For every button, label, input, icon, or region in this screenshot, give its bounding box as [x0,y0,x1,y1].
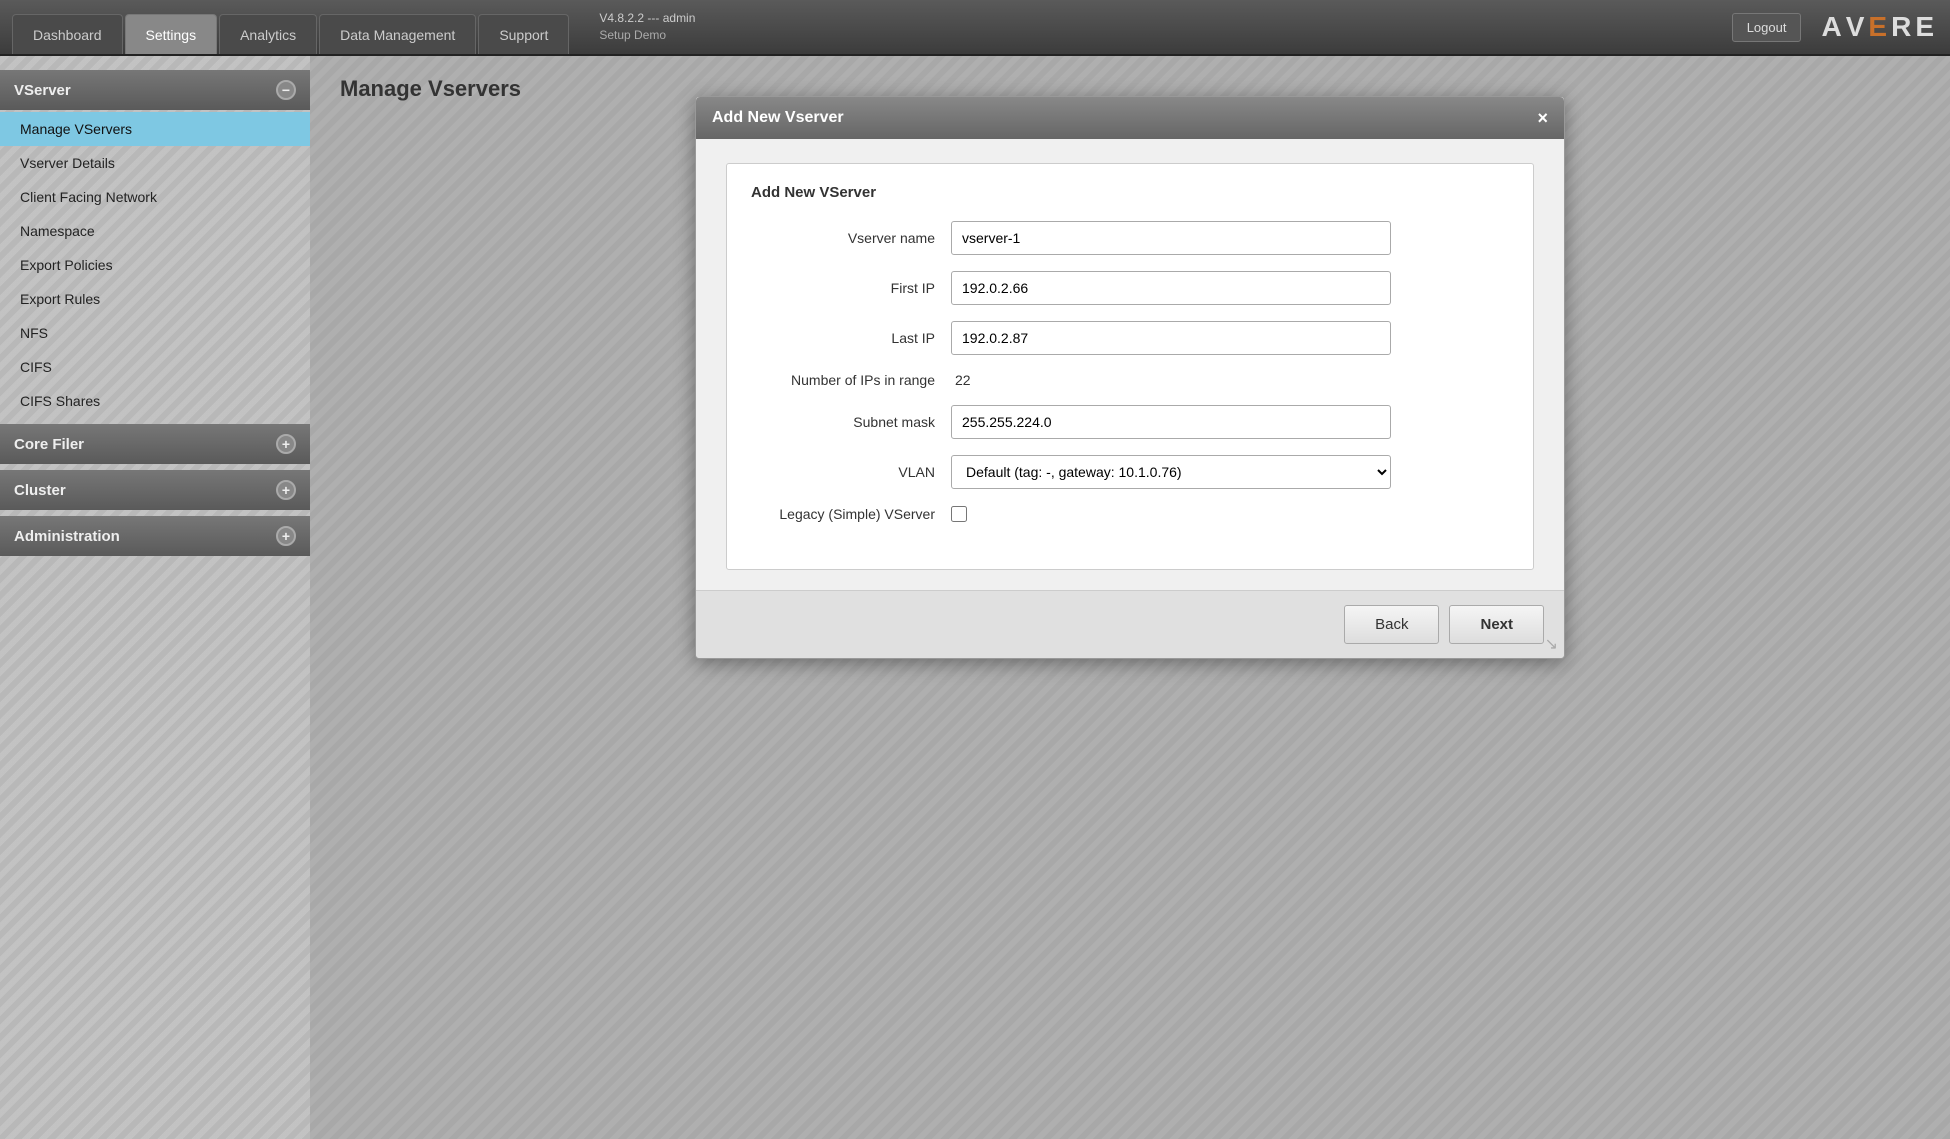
logout-button[interactable]: Logout [1732,13,1802,42]
tab-support[interactable]: Support [478,14,569,54]
legacy-vserver-label: Legacy (Simple) VServer [751,505,951,523]
vlan-select[interactable]: Default (tag: -, gateway: 10.1.0.76) [951,455,1391,489]
sidebar-item-manage-vservers[interactable]: Manage VServers [0,112,310,146]
next-button[interactable]: Next [1449,605,1544,644]
modal-body: Add New VServer Vserver name First IP [696,139,1564,590]
sidebar-item-nfs[interactable]: NFS [0,316,310,350]
subnet-mask-label: Subnet mask [751,413,951,431]
sidebar-item-namespace[interactable]: Namespace [0,214,310,248]
num-ips-row: Number of IPs in range 22 [751,371,1509,389]
nav-right: Logout A V E R E [1732,11,1938,43]
modal-close-button[interactable]: × [1537,109,1548,127]
tab-analytics[interactable]: Analytics [219,14,317,54]
subnet-mask-input[interactable] [951,405,1391,439]
nav-tabs: Dashboard Settings Analytics Data Manage… [12,0,569,54]
vserver-collapse-icon: − [276,80,296,100]
sidebar-item-vserver-details[interactable]: Vserver Details [0,146,310,180]
sidebar-section-administration[interactable]: Administration + [0,516,310,556]
modal-title: Add New Vserver [712,109,844,127]
legacy-vserver-checkbox[interactable] [951,506,967,522]
page-content: Manage Vservers Add New Vserver × Add Ne… [310,56,1950,1139]
nav-version: V4.8.2.2 --- admin Setup Demo [599,10,695,44]
sidebar-section-vserver[interactable]: VServer − [0,70,310,110]
back-button[interactable]: Back [1344,605,1439,644]
modal-overlay: Add New Vserver × Add New VServer Vserve… [310,56,1950,1139]
last-ip-label: Last IP [751,329,951,347]
num-ips-value: 22 [951,372,971,388]
sidebar-item-export-rules[interactable]: Export Rules [0,282,310,316]
brand-logo: A V E R E [1821,11,1938,43]
tab-data-management[interactable]: Data Management [319,14,476,54]
sidebar-item-cifs[interactable]: CIFS [0,350,310,384]
subnet-mask-row: Subnet mask [751,405,1509,439]
top-nav: Dashboard Settings Analytics Data Manage… [0,0,1950,56]
vserver-name-input[interactable] [951,221,1391,255]
vlan-label: VLAN [751,463,951,481]
sidebar-item-export-policies[interactable]: Export Policies [0,248,310,282]
vserver-name-row: Vserver name [751,221,1509,255]
core-filer-expand-icon: + [276,434,296,454]
vserver-name-label: Vserver name [751,229,951,247]
tab-dashboard[interactable]: Dashboard [12,14,123,54]
num-ips-label: Number of IPs in range [751,371,951,389]
last-ip-input[interactable] [951,321,1391,355]
sidebar-item-client-facing-network[interactable]: Client Facing Network [0,180,310,214]
sidebar-item-cifs-shares[interactable]: CIFS Shares [0,384,310,418]
first-ip-row: First IP [751,271,1509,305]
administration-expand-icon: + [276,526,296,546]
first-ip-input[interactable] [951,271,1391,305]
form-section: Add New VServer Vserver name First IP [726,163,1534,570]
sidebar-section-core-filer[interactable]: Core Filer + [0,424,310,464]
modal-footer: Back Next [696,590,1564,658]
cluster-expand-icon: + [276,480,296,500]
sidebar-section-cluster[interactable]: Cluster + [0,470,310,510]
legacy-vserver-row: Legacy (Simple) VServer [751,505,1509,523]
sidebar: VServer − Manage VServers Vserver Detail… [0,56,310,1139]
modal-header: Add New Vserver × [696,97,1564,139]
main-layout: VServer − Manage VServers Vserver Detail… [0,56,1950,1139]
vlan-row: VLAN Default (tag: -, gateway: 10.1.0.76… [751,455,1509,489]
first-ip-label: First IP [751,279,951,297]
tab-settings[interactable]: Settings [125,14,218,54]
last-ip-row: Last IP [751,321,1509,355]
add-vserver-modal: Add New Vserver × Add New VServer Vserve… [695,96,1565,659]
form-section-title: Add New VServer [751,184,1509,201]
